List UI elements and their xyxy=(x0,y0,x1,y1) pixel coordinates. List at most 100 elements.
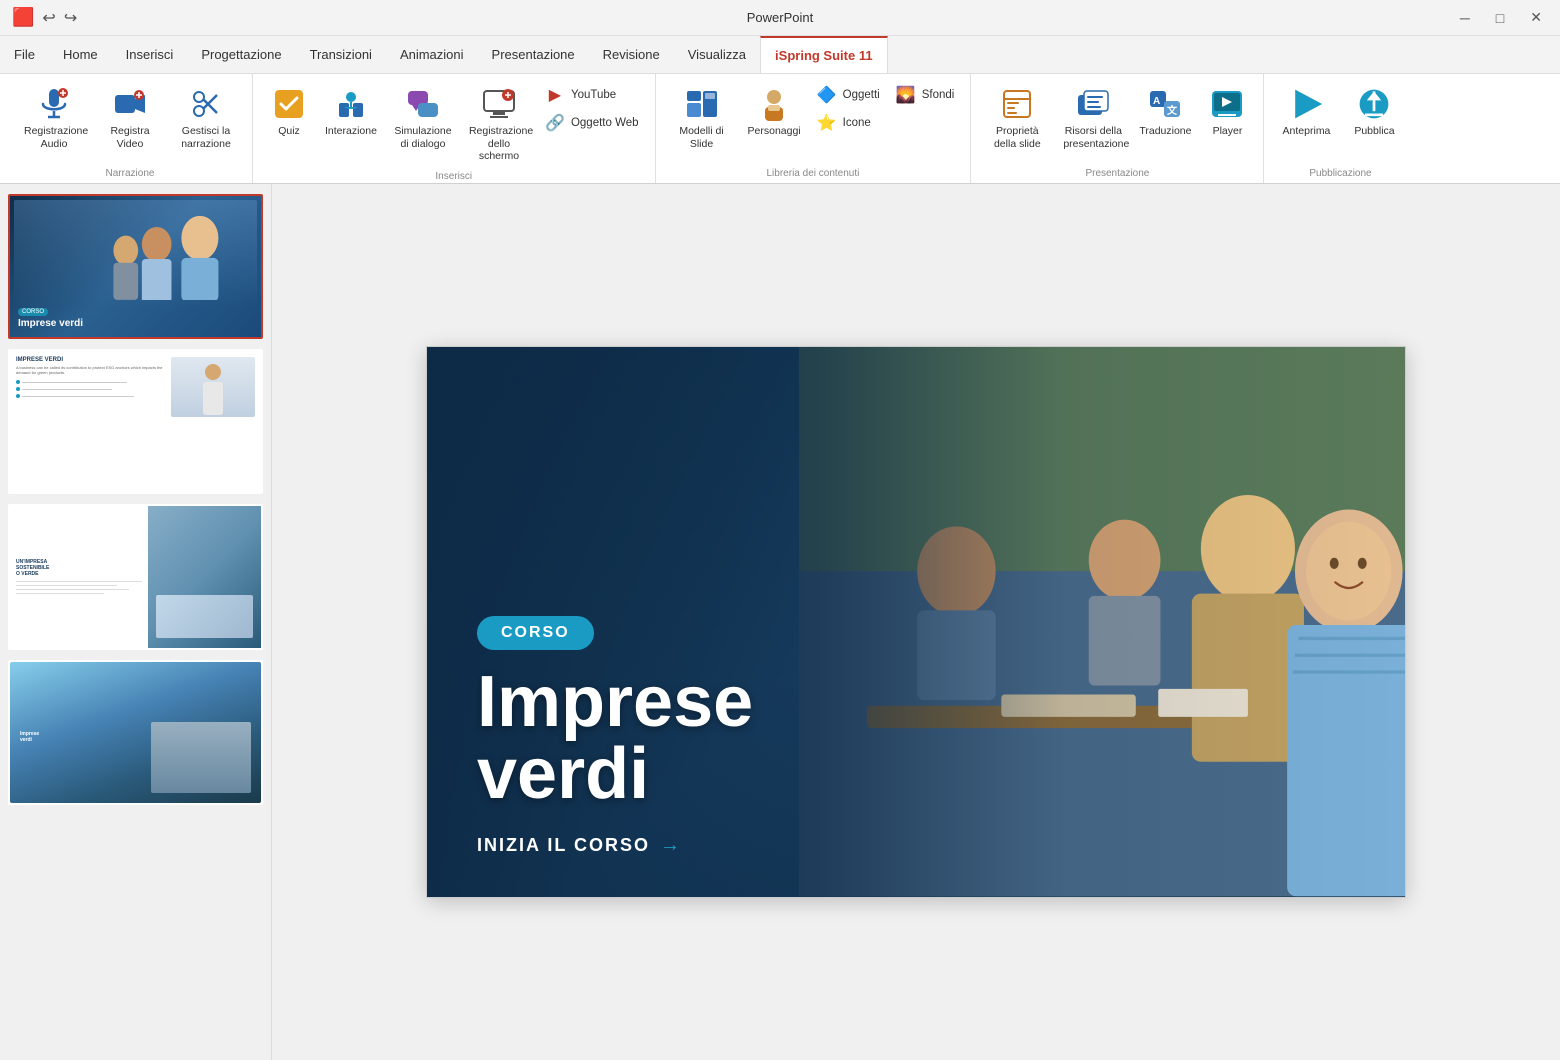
slide-4-thumbnail: ✓ Quiz Click the Quiz button to edit thi… xyxy=(10,662,261,803)
thumb1-badge: CORSO xyxy=(18,308,48,316)
ribbon-btn-sfondi[interactable]: 🌄 Sfondi xyxy=(890,82,961,108)
menu-ispring[interactable]: iSpring Suite 11 xyxy=(760,36,888,73)
ribbon-group-narrazione: Registrazione Audio Registra Video Gesti… xyxy=(8,74,253,183)
ribbon-btn-proprieta[interactable]: Proprietà della slide xyxy=(981,82,1053,154)
player-icon xyxy=(1209,86,1245,122)
schermo-label: Registrazione dello schermo xyxy=(469,125,529,163)
icone-label: Icone xyxy=(843,117,871,129)
menu-presentazione[interactable]: Presentazione xyxy=(478,36,589,73)
ribbon-btn-anteprima[interactable]: Anteprima xyxy=(1274,82,1338,142)
main-area: CORSO Imprese verdi IMPRESE VERDI A busi… xyxy=(0,184,1560,1060)
main-slide[interactable]: CORSO Imprese verdi INIZIA IL CORSO → xyxy=(426,346,1406,897)
menu-visualizza[interactable]: Visualizza xyxy=(674,36,760,73)
ribbon-btn-modelli[interactable]: Modelli di Slide xyxy=(666,82,738,154)
proprieta-label: Proprietà della slide xyxy=(987,125,1047,150)
slide-cta-text: INIZIA IL CORSO xyxy=(477,835,650,856)
ribbon-group-pubblicazione: Anteprima Pubblica Pubblicazione xyxy=(1264,74,1416,183)
slide-models-icon xyxy=(684,86,720,122)
translation-icon: A文 xyxy=(1147,86,1183,122)
menu-inserisci[interactable]: Inserisci xyxy=(112,36,188,73)
ribbon-btn-schermo[interactable]: Registrazione dello schermo xyxy=(463,82,535,167)
pubblicazione-group-label: Pubblicazione xyxy=(1274,164,1406,183)
ribbon-btn-gestisci[interactable]: Gestisci la narrazione xyxy=(170,82,242,154)
slide-cta[interactable]: INIZIA IL CORSO → xyxy=(477,834,1355,857)
slide-panel[interactable]: CORSO Imprese verdi IMPRESE VERDI A busi… xyxy=(0,184,272,1060)
ribbon-btn-registra-video[interactable]: Registra Video xyxy=(94,82,166,154)
slide-2-lines xyxy=(16,378,165,398)
modelli-label: Modelli di Slide xyxy=(672,125,732,150)
window-title: PowerPoint xyxy=(747,10,813,25)
svg-text:文: 文 xyxy=(1167,104,1178,117)
traduzione-label: Traduzione xyxy=(1139,125,1191,138)
ribbon-col-sfondi: 🌄 Sfondi xyxy=(890,82,961,108)
screen-icon xyxy=(481,86,517,122)
maximize-button[interactable]: □ xyxy=(1490,8,1510,28)
slide-2-thumbnail: IMPRESE VERDI A business can be called i… xyxy=(10,351,261,492)
minimize-button[interactable]: ─ xyxy=(1454,8,1476,28)
menu-home[interactable]: Home xyxy=(49,36,112,73)
ribbon-btn-risorse[interactable]: Risorsi della presentazione xyxy=(1057,82,1129,154)
preview-icon xyxy=(1288,86,1324,122)
slide-3-video-thumb: ▶ xyxy=(148,506,261,647)
microphone-icon xyxy=(36,86,72,122)
ribbon-btn-interazione[interactable]: Interazione xyxy=(319,82,383,142)
slide-thumb-3[interactable]: UN'IMPRESASOSTENIBILEO VERDE ▶ xyxy=(8,504,263,649)
ribbon-btn-personaggi[interactable]: Personaggi xyxy=(742,82,807,142)
slide-badge: CORSO xyxy=(477,616,594,650)
scissors-icon xyxy=(188,86,224,122)
ribbon-group-presentazione: Proprietà della slide Risorsi della pres… xyxy=(971,74,1264,183)
ribbon-btn-oggetti[interactable]: 🔷 Oggetti xyxy=(811,82,886,108)
undo-button[interactable]: ↩ xyxy=(42,8,55,28)
registrazione-audio-label: Registrazione Audio xyxy=(24,125,84,150)
redo-button[interactable]: ↪ xyxy=(64,8,77,28)
ribbon-narrazione-items: Registrazione Audio Registra Video Gesti… xyxy=(18,78,242,164)
menu-transizioni[interactable]: Transizioni xyxy=(296,36,386,73)
ribbon-btn-dialogo[interactable]: Simulazione di dialogo xyxy=(387,82,459,154)
ribbon: Registrazione Audio Registra Video Gesti… xyxy=(0,74,1560,184)
slide-3-thumbnail: UN'IMPRESASOSTENIBILEO VERDE ▶ xyxy=(10,506,261,647)
slide-3-content: UN'IMPRESASOSTENIBILEO VERDE xyxy=(10,506,148,647)
slide-thumb-2[interactable]: IMPRESE VERDI A business can be called i… xyxy=(8,349,263,494)
narrazione-group-label: Narrazione xyxy=(18,164,242,183)
registra-video-label: Registra Video xyxy=(100,125,160,150)
characters-icon xyxy=(756,86,792,122)
menu-revisione[interactable]: Revisione xyxy=(589,36,674,73)
ribbon-btn-quiz[interactable]: Quiz xyxy=(263,82,315,142)
dialogo-label: Simulazione di dialogo xyxy=(393,125,453,150)
backgrounds-icon: 🌄 xyxy=(896,85,916,105)
ribbon-presentazione-items: Proprietà della slide Risorsi della pres… xyxy=(981,78,1253,164)
menu-file[interactable]: File xyxy=(0,36,49,73)
slide-thumb-1[interactable]: CORSO Imprese verdi xyxy=(8,194,263,339)
objects-icon: 🔷 xyxy=(817,85,837,105)
menu-animazioni[interactable]: Animazioni xyxy=(386,36,478,73)
libreria-group-label: Libreria dei contenuti xyxy=(666,164,961,183)
window-controls: ─ □ ✕ xyxy=(1454,7,1548,28)
close-button[interactable]: ✕ xyxy=(1524,7,1548,28)
slide-view: CORSO Imprese verdi INIZIA IL CORSO → xyxy=(272,184,1560,1060)
slide-title: Imprese verdi xyxy=(477,666,1355,810)
ribbon-btn-player[interactable]: Player xyxy=(1201,82,1253,142)
web-object-icon: 🔗 xyxy=(545,113,565,133)
title-bar: 🟥 ↩ ↪ PowerPoint ─ □ ✕ xyxy=(0,0,1560,36)
menu-progettazione[interactable]: Progettazione xyxy=(187,36,295,73)
video-icon xyxy=(112,86,148,122)
slide-thumb-4[interactable]: ✓ Quiz Click the Quiz button to edit thi… xyxy=(8,660,263,805)
anteprima-label: Anteprima xyxy=(1283,125,1331,138)
slide-2-title: IMPRESE VERDI xyxy=(16,357,165,363)
ribbon-btn-traduzione[interactable]: A文 Traduzione xyxy=(1133,82,1197,142)
ribbon-group-inserisci: Quiz Interazione Simulazione di dialogo … xyxy=(253,74,656,183)
ribbon-btn-registrazione-audio[interactable]: Registrazione Audio xyxy=(18,82,90,154)
ribbon-btn-icone[interactable]: ⭐ Icone xyxy=(811,110,886,136)
slide-overlay: CORSO Imprese verdi INIZIA IL CORSO → xyxy=(427,347,1405,896)
ribbon-btn-oggetto-web[interactable]: 🔗 Oggetto Web xyxy=(539,110,645,136)
personaggi-label: Personaggi xyxy=(748,125,801,138)
resources-icon xyxy=(1075,86,1111,122)
title-bar-left: 🟥 ↩ ↪ xyxy=(12,7,77,28)
icons-icon: ⭐ xyxy=(817,113,837,133)
thumb1-title: Imprese verdi xyxy=(18,318,83,329)
quiz-label: Quiz xyxy=(278,125,300,138)
publish-icon xyxy=(1356,86,1392,122)
ribbon-pubblicazione-items: Anteprima Pubblica xyxy=(1274,78,1406,164)
ribbon-btn-pubblica[interactable]: Pubblica xyxy=(1342,82,1406,142)
ribbon-btn-youtube[interactable]: ▶ YouTube xyxy=(539,82,645,108)
